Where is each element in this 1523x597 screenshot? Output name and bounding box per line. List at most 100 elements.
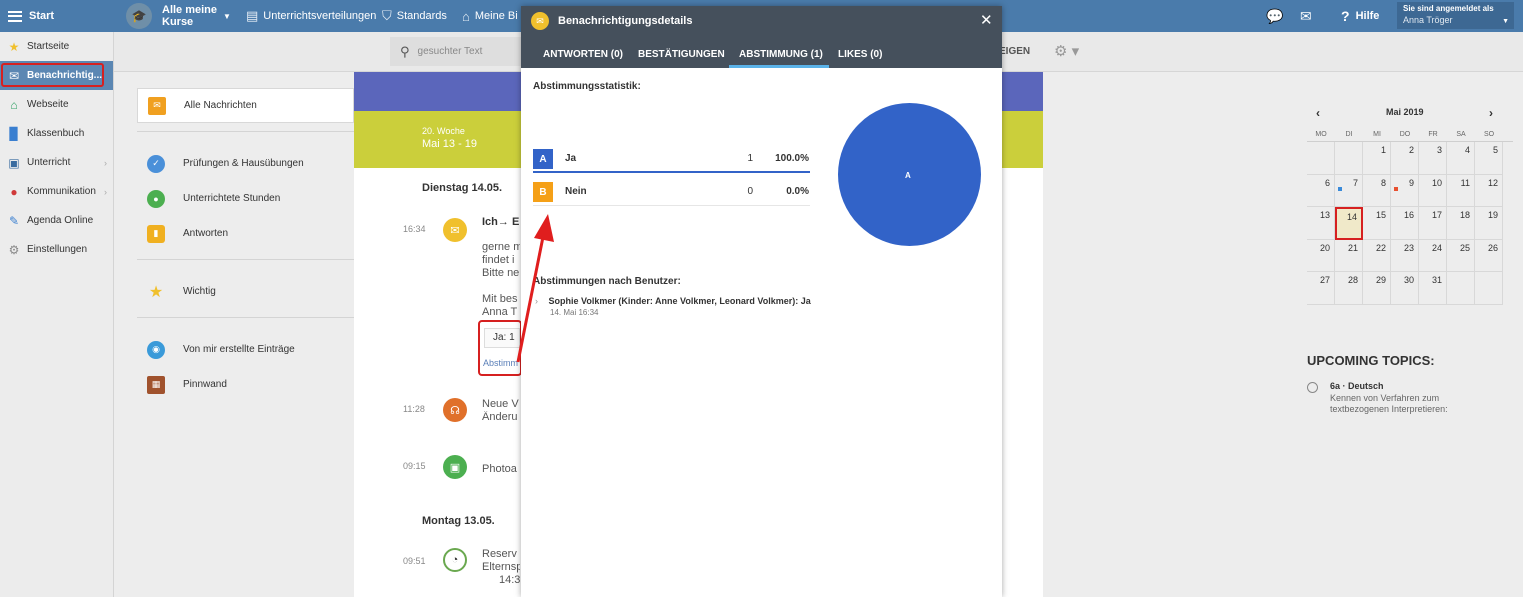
headset-icon: ☊ bbox=[443, 398, 467, 422]
course-selector[interactable]: 🎓 Alle meine Kurse ▼ bbox=[126, 0, 231, 32]
calendar-day[interactable]: 3 bbox=[1419, 142, 1447, 175]
calendar-title: Mai 2019 bbox=[1386, 107, 1424, 117]
calendar-day[interactable]: 17 bbox=[1419, 207, 1447, 240]
nav-unterrichtsverteilungen[interactable]: ▤ Unterrichtsverteilungen bbox=[246, 0, 376, 32]
sidebar-item-unterricht[interactable]: ▣ Unterricht › bbox=[0, 148, 113, 177]
calendar-weekday: SA bbox=[1456, 131, 1466, 138]
graduation-cap-icon: 🎓 bbox=[126, 3, 152, 29]
option-count: 1 bbox=[747, 153, 753, 164]
star-icon: ★ bbox=[148, 283, 164, 301]
help-button[interactable]: ? Hilfe bbox=[1341, 0, 1379, 32]
sidebar-item-einstellungen[interactable]: ⚙ Einstellungen bbox=[0, 235, 113, 264]
calendar-day[interactable]: 6 bbox=[1307, 174, 1335, 208]
calendar-weekday: DO bbox=[1399, 131, 1411, 138]
toolbar-partial-button[interactable]: EIGEN bbox=[999, 46, 1030, 57]
calendar-day[interactable]: 13 bbox=[1307, 207, 1335, 240]
category-wichtig[interactable]: ★ Wichtig bbox=[137, 274, 354, 309]
category-unterrichtete-stunden[interactable]: ● Unterrichtete Stunden bbox=[137, 181, 354, 216]
notification-details-dialog: ✉ Benachrichtigungsdetails ✕ ANTWORTEN (… bbox=[521, 6, 1002, 597]
message-text: Elternsp bbox=[482, 561, 520, 573]
shield-icon: ⛉ bbox=[382, 8, 392, 23]
chevron-left-icon[interactable]: ‹ bbox=[1316, 106, 1320, 120]
calendar-day[interactable]: 29 bbox=[1363, 272, 1391, 305]
calendar-day[interactable]: 14 bbox=[1335, 207, 1363, 240]
calendar-day[interactable]: 4 bbox=[1447, 142, 1475, 175]
calendar-day bbox=[1335, 142, 1363, 175]
calendar-day[interactable]: 16 bbox=[1391, 207, 1419, 240]
calendar-day[interactable]: 9 bbox=[1391, 174, 1419, 208]
chevron-right-icon[interactable]: › bbox=[1489, 106, 1493, 120]
sidebar-item-webseite[interactable]: ⌂ Webseite bbox=[0, 90, 113, 119]
tab-bestaetigungen[interactable]: BESTÄTIGUNGEN bbox=[638, 49, 725, 60]
mail-icon[interactable]: ✉ bbox=[1300, 0, 1312, 32]
clock-icon: ◔ bbox=[443, 548, 467, 572]
calendar-day[interactable]: 26 bbox=[1475, 239, 1503, 273]
envelope-icon: ✉ bbox=[148, 96, 166, 115]
calendar-day[interactable]: 30 bbox=[1391, 272, 1419, 305]
calendar-day[interactable]: 2 bbox=[1391, 142, 1419, 175]
calendar-day[interactable]: 7 bbox=[1335, 174, 1363, 208]
book-icon: ▉ bbox=[9, 126, 19, 141]
sidebar-item-kommunikation[interactable]: ● Kommunikation › bbox=[0, 177, 113, 206]
message-text[interactable]: Photoa bbox=[482, 463, 520, 475]
nav-meine-bibliothek[interactable]: ⌂ Meine Bi bbox=[462, 0, 518, 32]
upcoming-subject[interactable]: 6a · Deutsch bbox=[1330, 381, 1384, 391]
calendar-day[interactable]: 31 bbox=[1419, 272, 1447, 305]
calendar-day bbox=[1307, 142, 1335, 175]
category-pinnwand[interactable]: ▦ Pinnwand bbox=[137, 367, 354, 402]
calendar-day[interactable]: 11 bbox=[1447, 174, 1475, 208]
tab-abstimmung[interactable]: ABSTIMMUNG (1) bbox=[739, 49, 823, 60]
question-icon: ? bbox=[1341, 8, 1350, 24]
category-antworten[interactable]: ▮ Antworten bbox=[137, 216, 354, 251]
sidebar-item-startseite[interactable]: ★ Startseite bbox=[0, 32, 113, 61]
tab-likes[interactable]: LIKES (0) bbox=[838, 49, 882, 60]
upcoming-topics-title: UPCOMING TOPICS: bbox=[1307, 353, 1435, 368]
envelope-icon: ✉ bbox=[531, 12, 549, 30]
message-text[interactable]: Reserv bbox=[482, 548, 520, 560]
calendar: MO DI MI DO FR SA SO 1 2 3 4 5 6 7 8 9 10 11 12 13 14 15 16 17… bbox=[1307, 128, 1513, 305]
upcoming-description: Kennen von Verfahren zum textbezogenen I… bbox=[1330, 393, 1448, 414]
calendar-day[interactable]: 28 bbox=[1335, 272, 1363, 305]
user-vote-row[interactable]: › Sophie Volkmer (Kinder: Anne Volkmer, … bbox=[535, 296, 811, 306]
search-input[interactable]: ⚲ gesuchter Text bbox=[390, 37, 530, 66]
calendar-day[interactable]: 1 bbox=[1363, 142, 1391, 175]
message-text[interactable]: Neue V bbox=[482, 398, 520, 410]
highlight-outline bbox=[1, 63, 104, 87]
sidebar-item-klassenbuch[interactable]: ▉ Klassenbuch bbox=[0, 119, 113, 148]
close-icon[interactable]: ✕ bbox=[980, 11, 993, 29]
chart-icon: ▮ bbox=[147, 224, 165, 243]
calendar-day[interactable]: 18 bbox=[1447, 207, 1475, 240]
calendar-weekday: DI bbox=[1345, 131, 1353, 138]
start-button[interactable]: Start bbox=[8, 0, 54, 32]
tab-antworten[interactable]: ANTWORTEN (0) bbox=[543, 49, 623, 60]
chat-icon[interactable]: 💬 bbox=[1266, 0, 1283, 32]
calendar-day[interactable]: 15 bbox=[1363, 207, 1391, 240]
user-menu[interactable]: Sie sind angemeldet als Anna Tröger ▼ bbox=[1397, 2, 1514, 29]
calendar-day[interactable]: 21 bbox=[1335, 239, 1363, 273]
category-alle-nachrichten[interactable]: ✉ Alle Nachrichten bbox=[137, 88, 361, 123]
calendar-day[interactable]: 23 bbox=[1391, 239, 1419, 273]
message-time: 11:28 bbox=[403, 404, 425, 414]
nav-standards[interactable]: ⛉ Standards bbox=[382, 0, 447, 32]
option-percent: 0.0% bbox=[786, 186, 809, 197]
calendar-day[interactable]: 5 bbox=[1475, 142, 1503, 175]
dialog-title: Benachrichtigungsdetails bbox=[558, 15, 693, 27]
gear-icon: ⚙ bbox=[8, 242, 20, 257]
calendar-day[interactable]: 24 bbox=[1419, 239, 1447, 273]
calendar-day[interactable]: 10 bbox=[1419, 174, 1447, 208]
calendar-day[interactable]: 19 bbox=[1475, 207, 1503, 240]
option-label: Ja bbox=[565, 153, 577, 164]
sidebar-item-agenda-online[interactable]: ✎ Agenda Online bbox=[0, 206, 113, 235]
globe-icon: ◉ bbox=[147, 340, 165, 359]
calendar-day[interactable]: 22 bbox=[1363, 239, 1391, 273]
calendar-day[interactable]: 8 bbox=[1363, 174, 1391, 208]
category-von-mir-erstellt[interactable]: ◉ Von mir erstellte Einträge bbox=[137, 332, 354, 367]
calendar-day[interactable]: 12 bbox=[1475, 174, 1503, 208]
calendar-day[interactable]: 27 bbox=[1307, 272, 1335, 305]
gear-icon[interactable]: ⚙ ▾ bbox=[1054, 42, 1079, 60]
vote-option-row: B Nein 0 0.0% bbox=[533, 176, 810, 206]
calendar-day[interactable]: 25 bbox=[1447, 239, 1475, 273]
annotation-arrow bbox=[516, 214, 554, 363]
category-pruefungen[interactable]: ✓ Prüfungen & Hausübungen bbox=[137, 146, 354, 181]
calendar-day[interactable]: 20 bbox=[1307, 239, 1335, 273]
